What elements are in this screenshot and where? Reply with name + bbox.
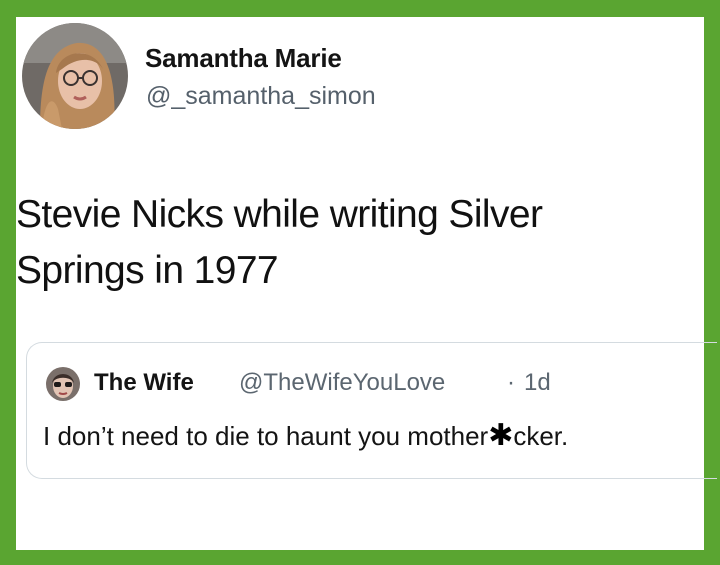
author-avatar[interactable] — [22, 23, 128, 129]
quoted-avatar[interactable] — [46, 367, 80, 401]
avatar-photo-icon — [22, 23, 128, 129]
quoted-avatar-photo-icon — [46, 367, 80, 401]
quoted-text-after: cker. — [513, 421, 569, 451]
green-frame: Samantha Marie @_samantha_simon Stevie N… — [0, 0, 720, 565]
quoted-author-name[interactable]: The Wife — [94, 369, 194, 397]
quoted-timestamp[interactable]: 1d — [524, 369, 551, 397]
quoted-text-before: I don’t need to die to haunt you mother — [43, 421, 489, 451]
quoted-text: I don’t need to die to haunt you mother✱… — [43, 418, 568, 453]
tweet-line-2: Springs in 1977 — [16, 249, 279, 292]
tweet-line-1: Stevie Nicks while writing Silver — [16, 193, 543, 236]
author-name[interactable]: Samantha Marie — [145, 43, 342, 74]
tweet-text: Stevie Nicks while writing Silver Spring… — [16, 187, 543, 299]
censor-star-icon: ✱ — [488, 419, 514, 452]
tweet-card: Samantha Marie @_samantha_simon Stevie N… — [16, 17, 717, 550]
quoted-separator: · — [507, 369, 515, 396]
author-handle[interactable]: @_samantha_simon — [146, 82, 376, 111]
quoted-author-handle[interactable]: @TheWifeYouLove — [239, 369, 445, 397]
quoted-tweet[interactable]: The Wife @TheWifeYouLove · 1d I don’t ne… — [26, 342, 717, 479]
